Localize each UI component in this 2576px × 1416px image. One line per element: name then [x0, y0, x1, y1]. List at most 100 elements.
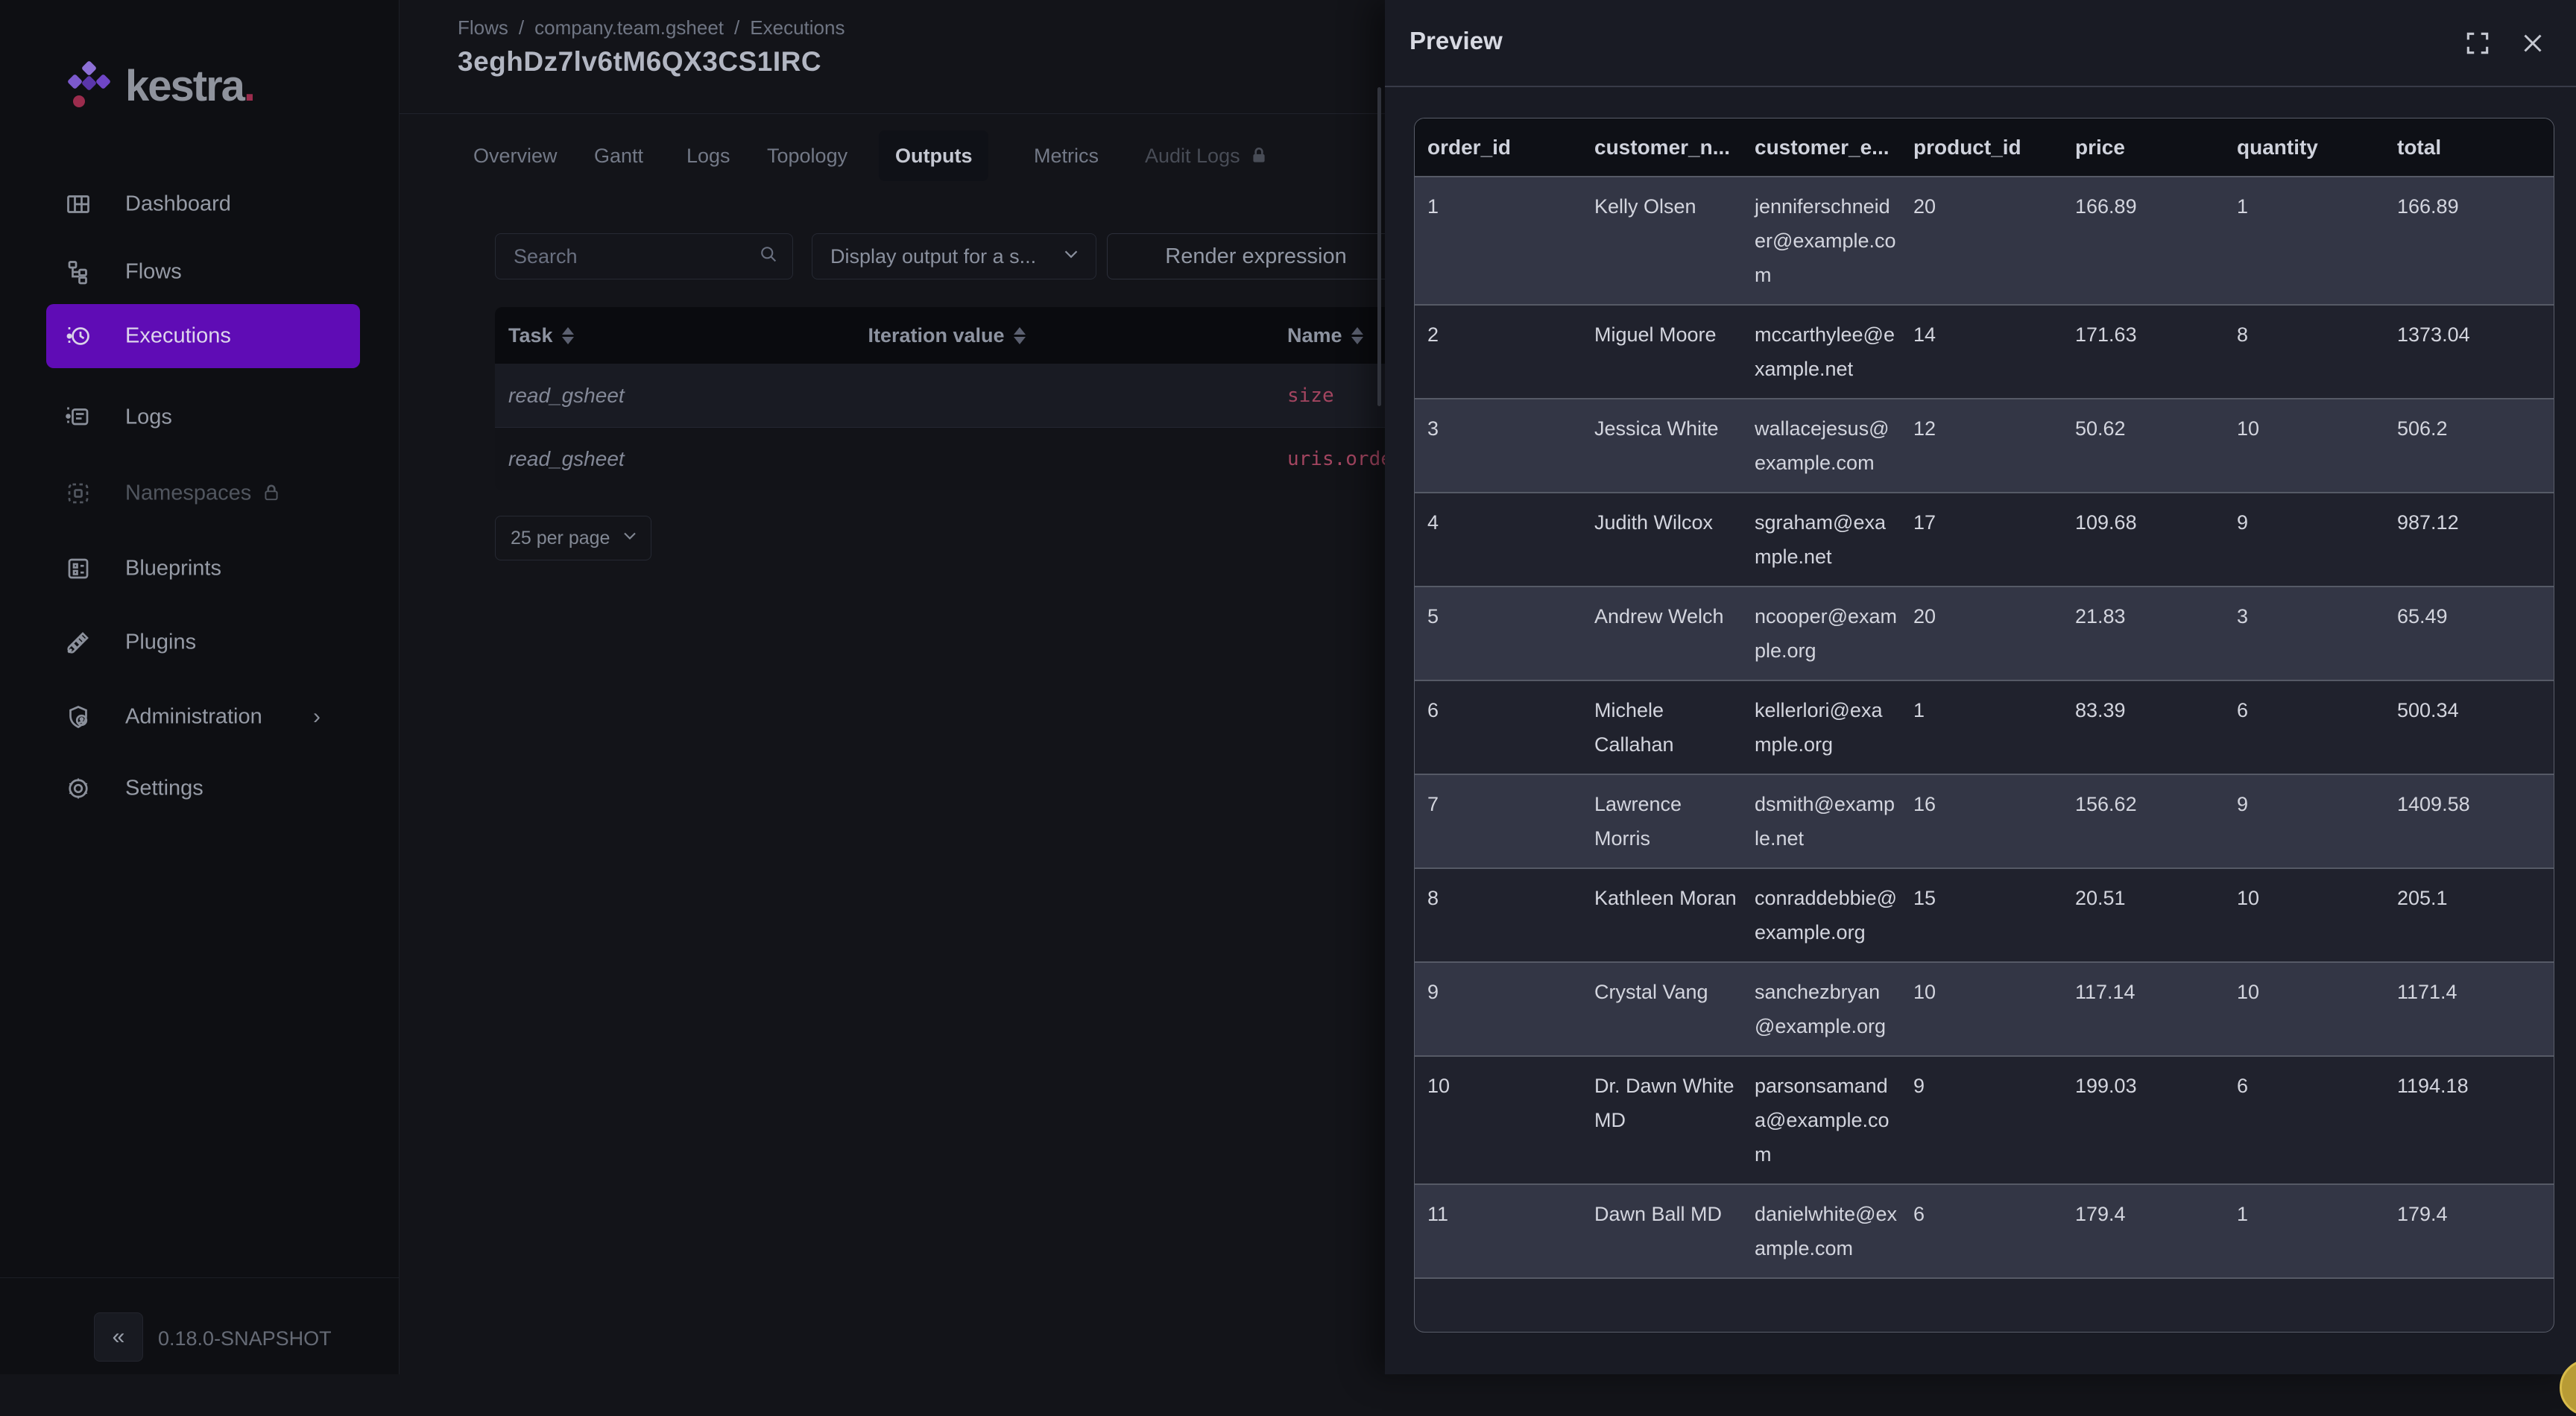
outputs-table-row[interactable]: read_gsheetsize — [495, 364, 1419, 427]
breadcrumb-item[interactable]: Flows — [458, 16, 508, 39]
flows-icon — [64, 258, 92, 286]
outputs-table: Task Iteration value Name read_gsheetsizer… — [495, 307, 1419, 490]
dashboard-icon — [64, 190, 92, 218]
fullscreen-icon[interactable] — [2461, 27, 2494, 60]
kestra-logo-icon — [63, 60, 115, 113]
version-label: 0.18.0-SNAPSHOT — [158, 1327, 332, 1350]
chevron-down-icon — [619, 525, 640, 551]
outputs-column-task[interactable]: Task — [508, 307, 574, 364]
sidebar-item-flows[interactable]: Flows — [46, 240, 360, 304]
tab-overview[interactable]: Overview — [457, 130, 574, 181]
preview-cell-total: 500.34 — [2397, 680, 2554, 774]
administration-icon — [64, 703, 92, 731]
preview-column-header: customer_n... — [1594, 118, 1755, 177]
preview-cell-price: 199.03 — [2075, 1056, 2237, 1184]
sidebar-collapse-button[interactable]: « — [94, 1312, 143, 1362]
tab-outputs[interactable]: Outputs — [879, 130, 988, 181]
preview-cell-customer-email: mccarthylee@example.net — [1755, 305, 1913, 399]
breadcrumb: Flows/company.team.gsheet/Executions — [458, 16, 845, 39]
preview-cell-quantity: 10 — [2237, 868, 2397, 962]
preview-drawer: Preview order_idcustomer_n...customer_e.… — [1385, 0, 2576, 1374]
outputs-table-row[interactable]: read_gsheeturis.orde — [495, 427, 1419, 490]
search-input-wrapper — [495, 233, 793, 279]
breadcrumb-item[interactable]: company.team.gsheet — [534, 16, 724, 39]
preview-cell-price: 166.89 — [2075, 177, 2237, 305]
preview-cell-total: 179.4 — [2397, 1184, 2554, 1277]
tab-label: Topology — [767, 145, 847, 168]
preview-table-row: 8Kathleen Moranconraddebbie@example.org1… — [1415, 868, 2554, 962]
preview-cell-price: 117.14 — [2075, 962, 2237, 1056]
preview-cell-price: 179.4 — [2075, 1184, 2237, 1277]
tab-gantt[interactable]: Gantt — [578, 130, 660, 181]
sidebar-item-logs[interactable]: Logs — [46, 385, 360, 449]
per-page-select[interactable]: 25 per page — [495, 516, 651, 560]
preview-cell-product-id: 1 — [1913, 680, 2075, 774]
kestra-logo[interactable]: kestra. — [63, 60, 376, 113]
preview-cell-price: 21.83 — [2075, 587, 2237, 680]
preview-cell-customer-name: Kathleen Moran — [1594, 868, 1755, 962]
sidebar-item-administration[interactable]: Administration› — [46, 685, 360, 749]
sidebar-item-settings[interactable]: Settings — [46, 756, 360, 821]
breadcrumb-item[interactable]: Executions — [750, 16, 845, 39]
preview-column-header: customer_e... — [1755, 118, 1913, 177]
preview-cell-customer-name: Michele Callahan — [1594, 680, 1755, 774]
preview-cell-order-id: 7 — [1415, 774, 1594, 868]
close-icon[interactable] — [2515, 25, 2551, 61]
page-title: 3eghDz7lv6tM6QX3CS1IRC — [458, 46, 821, 78]
column-label: Name — [1287, 324, 1342, 347]
preview-table-row: 11Dawn Ball MDdanielwhite@example.com617… — [1415, 1184, 2554, 1277]
preview-column-header: total — [2397, 118, 2554, 177]
render-expression-button[interactable]: Render expression — [1107, 233, 1405, 279]
preview-cell-customer-email: conraddebbie@example.org — [1755, 868, 1913, 962]
output-name-cell: uris.orde — [1287, 448, 1392, 470]
sidebar-item-executions[interactable]: Executions — [46, 304, 360, 368]
preview-cell-quantity: 6 — [2237, 680, 2397, 774]
preview-cell-customer-email: dsmith@example.net — [1755, 774, 1913, 868]
sidebar-item-dashboard[interactable]: Dashboard — [46, 172, 360, 236]
sidebar-item-namespaces[interactable]: Namespaces — [46, 461, 360, 525]
outputs-column-name[interactable]: Name — [1287, 307, 1363, 364]
preview-cell-customer-email: sgraham@example.net — [1755, 493, 1913, 587]
outputs-column-iteration-value[interactable]: Iteration value — [820, 307, 1073, 364]
tab-metrics[interactable]: Metrics — [1017, 130, 1115, 181]
sidebar: kestra. DashboardFlowsExecutions Logs Name… — [0, 0, 400, 1374]
preview-table-card: order_idcustomer_n...customer_e...produc… — [1414, 118, 2554, 1333]
preview-cell-product-id: 15 — [1913, 868, 2075, 962]
preview-table-row: 1Kelly Olsenjenniferschneider@example.co… — [1415, 177, 2554, 305]
preview-cell-total: 1373.04 — [2397, 305, 2554, 399]
sidebar-item-label: Blueprints — [125, 557, 221, 581]
tab-logs[interactable]: Logs — [670, 130, 747, 181]
tab-label: Overview — [473, 145, 558, 168]
preview-cell-quantity: 6 — [2237, 1056, 2397, 1184]
tab-bar: OverviewGanttLogsTopologyOutputsMetricsA… — [400, 113, 1458, 186]
preview-table-row: 9Crystal Vangsanchezbryan@example.org101… — [1415, 962, 2554, 1056]
preview-table: order_idcustomer_n...customer_e...produc… — [1415, 118, 2554, 1277]
sidebar-item-label: Settings — [125, 777, 203, 801]
preview-table-row: 6Michele Callahankellerlori@example.org1… — [1415, 680, 2554, 774]
tab-topology[interactable]: Topology — [751, 130, 864, 181]
display-output-select[interactable]: Display output for a s... — [812, 233, 1096, 279]
preview-title: Preview — [1409, 27, 1503, 55]
preview-cell-product-id: 6 — [1913, 1184, 2075, 1277]
sidebar-item-plugins[interactable]: Plugins — [46, 610, 360, 674]
preview-cell-product-id: 10 — [1913, 962, 2075, 1056]
preview-cell-quantity: 8 — [2237, 305, 2397, 399]
preview-cell-customer-email: danielwhite@example.com — [1755, 1184, 1913, 1277]
preview-table-row: 5Andrew Welchncooper@example.org2021.833… — [1415, 587, 2554, 680]
preview-table-row: 10Dr. Dawn White MDparsonsamanda@example… — [1415, 1056, 2554, 1184]
sidebar-item-label: Plugins — [125, 630, 196, 655]
preview-column-header: order_id — [1415, 118, 1594, 177]
sidebar-item-blueprints[interactable]: Blueprints — [46, 537, 360, 601]
preview-cell-quantity: 9 — [2237, 774, 2397, 868]
main-scrollbar-thumb[interactable] — [1377, 87, 1381, 406]
search-input[interactable] — [496, 245, 742, 268]
preview-column-header: product_id — [1913, 118, 2075, 177]
sort-icon — [1351, 327, 1363, 344]
preview-cell-total: 166.89 — [2397, 177, 2554, 305]
preview-cell-order-id: 5 — [1415, 587, 1594, 680]
preview-cell-customer-name: Dawn Ball MD — [1594, 1184, 1755, 1277]
preview-column-header: quantity — [2237, 118, 2397, 177]
preview-cell-order-id: 3 — [1415, 399, 1594, 493]
preview-cell-order-id: 4 — [1415, 493, 1594, 587]
preview-cell-customer-name: Dr. Dawn White MD — [1594, 1056, 1755, 1184]
